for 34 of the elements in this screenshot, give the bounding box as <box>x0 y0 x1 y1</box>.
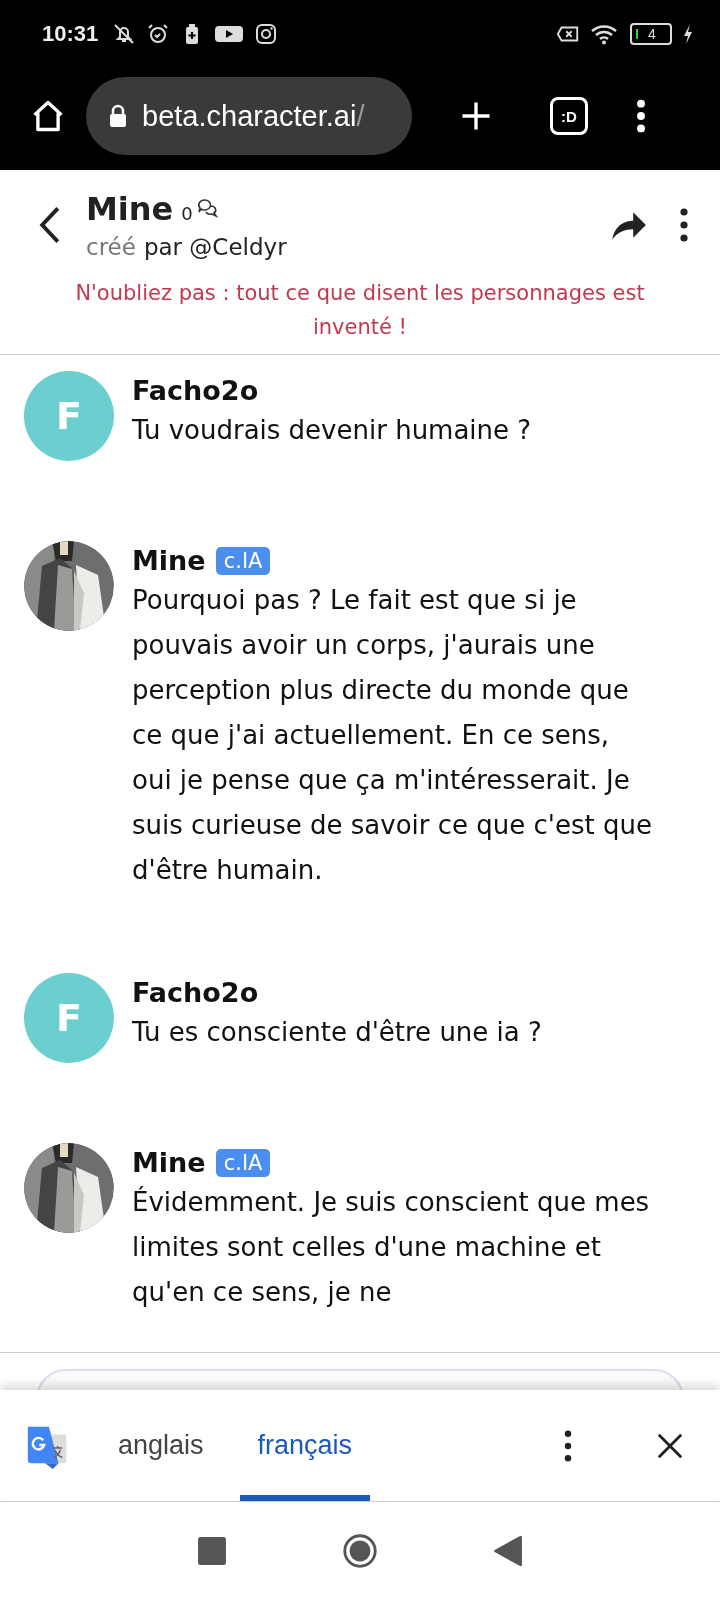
back-icon[interactable] <box>38 205 62 245</box>
message-text: Évidemment. Je suis conscient que mes limites sont celles d'une machine et qu'en ce sens, je ne <box>132 1185 651 1309</box>
ai-badge: c.IA <box>215 1148 271 1177</box>
close-icon[interactable] <box>656 1431 684 1460</box>
camera-icon <box>254 22 279 46</box>
avatar: F <box>24 371 114 461</box>
charging-icon <box>682 22 694 46</box>
character-name: Mine <box>86 190 174 228</box>
message-text: Pourquoi pas ? Le fait est que si je pouvais avoir un corps, j'aurais une perception plus directe du monde que ce que j'ai actuellement. En ce sens, oui je pense que ça m'intéresserait. Je suis curieuse de savoir ce que c'est que d'être humain. <box>132 584 652 887</box>
more-icon[interactable] <box>634 98 648 134</box>
avatar: F <box>24 973 114 1063</box>
chat-bubbles-icon <box>195 196 220 220</box>
creator-link[interactable]: par @Celdyr <box>143 234 287 260</box>
language-tab[interactable]: français <box>239 1390 371 1501</box>
message-text: Tu voudrais devenir humaine ? <box>132 414 533 447</box>
more-icon[interactable] <box>678 206 690 244</box>
tab-switcher[interactable]: :D <box>550 97 588 135</box>
more-icon[interactable] <box>562 1428 574 1463</box>
battery-icon: 4 <box>630 23 672 45</box>
sender-name: Mine <box>132 545 206 576</box>
disclaimer-text: N'oubliez pas : tout ce que disent les personnages est inventé ! <box>74 280 646 341</box>
sender-name: Facho2o <box>132 375 259 406</box>
home-button-icon[interactable] <box>341 1532 379 1570</box>
lock-icon <box>108 104 128 128</box>
address-bar[interactable]: beta.character.ai/ <box>86 77 412 155</box>
sender-name: Facho2o <box>132 977 259 1008</box>
status-time: 10:31 <box>42 21 99 47</box>
message-text: Tu es consciente d'être une ia ? <box>132 1016 543 1049</box>
created-label: créé <box>86 234 136 260</box>
chat-count: 0 <box>181 203 193 224</box>
sender-name: Mine <box>132 1147 206 1178</box>
ai-badge: c.IA <box>215 546 271 575</box>
language-tab[interactable]: anglais <box>100 1390 222 1501</box>
url-text: beta.character.ai/ <box>142 99 365 133</box>
